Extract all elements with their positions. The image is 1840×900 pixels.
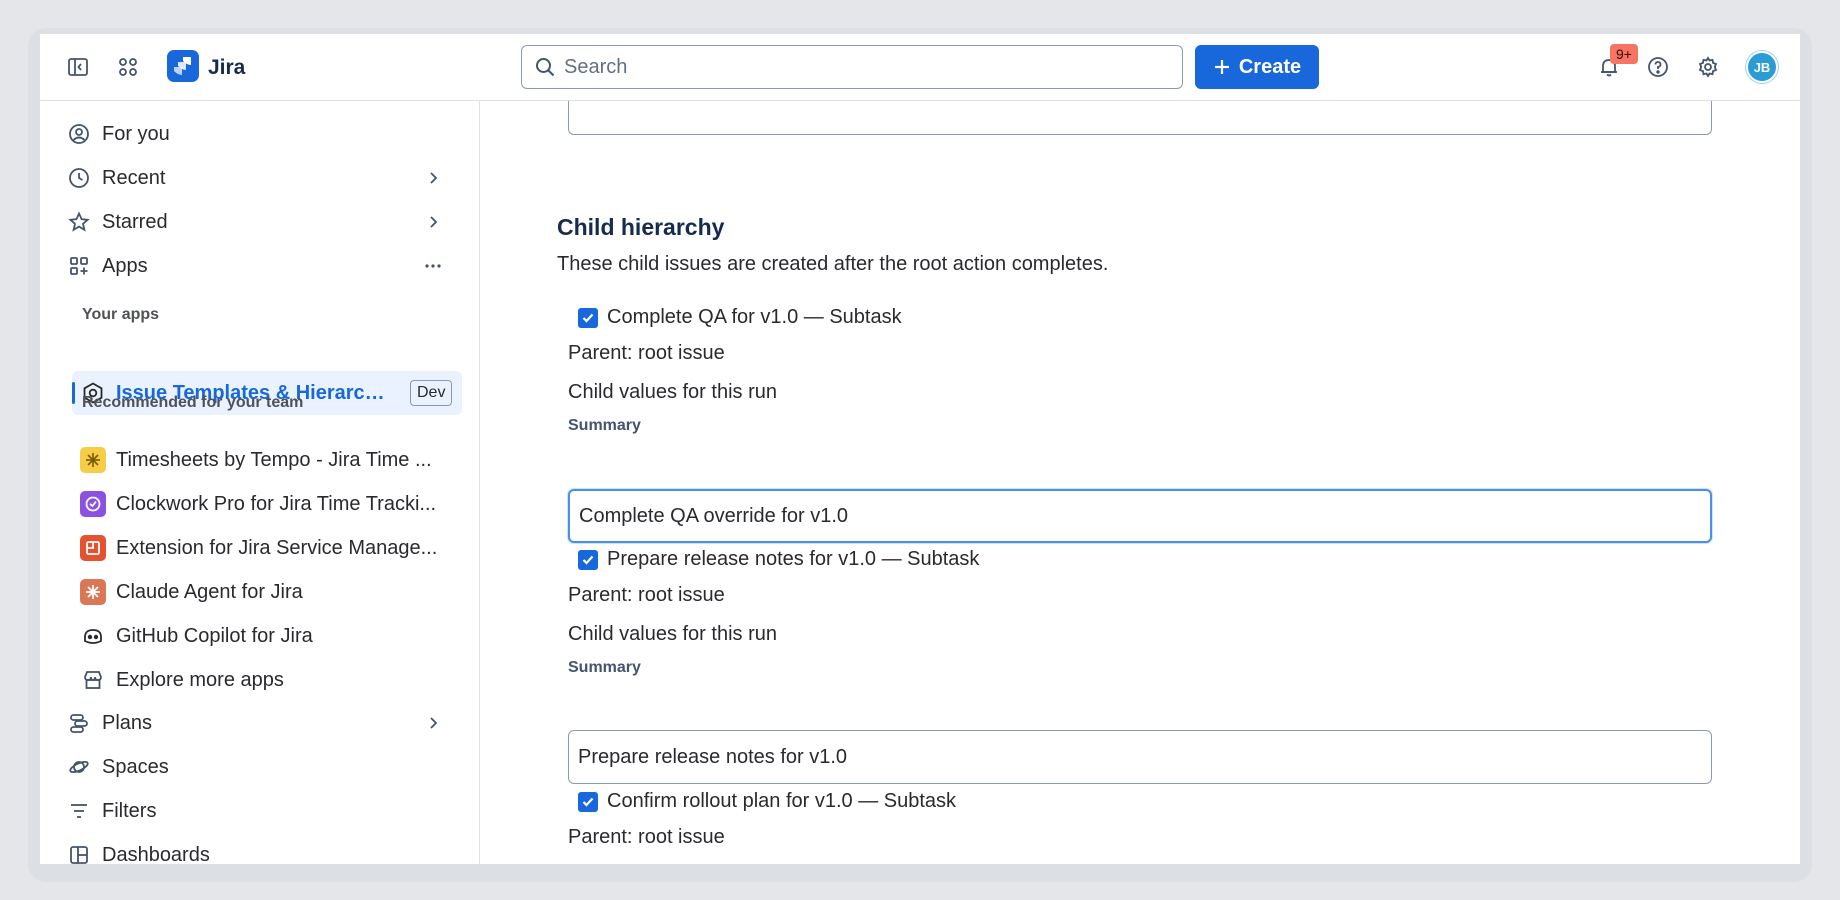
browser-window: Jira Create 9+ JB For you xyxy=(40,34,1800,864)
apps-icon xyxy=(66,253,92,279)
chevron-right-icon[interactable] xyxy=(422,167,444,189)
recommended-app-claude[interactable]: Claude Agent for Jira xyxy=(80,573,460,611)
dashboard-icon xyxy=(66,842,92,864)
more-options-icon[interactable] xyxy=(422,255,444,277)
summary-input[interactable] xyxy=(568,730,1712,784)
chevron-right-icon[interactable] xyxy=(422,211,444,233)
store-icon xyxy=(80,667,106,693)
summary-label: Summary xyxy=(568,417,641,434)
settings-gear-icon[interactable] xyxy=(1693,52,1723,82)
selected-indicator xyxy=(72,382,75,404)
sidebar-item-label: For you xyxy=(102,122,170,145)
checkmark-icon xyxy=(582,797,594,807)
section-description: These child issues are created after the… xyxy=(557,253,1109,275)
app-label: GitHub Copilot for Jira xyxy=(116,624,313,647)
clockwork-logo-icon xyxy=(80,491,106,517)
jira-logo-icon[interactable] xyxy=(167,50,199,82)
recommended-heading: Recommended for your team xyxy=(82,394,304,411)
help-icon[interactable] xyxy=(1643,52,1673,82)
user-avatar[interactable]: JB xyxy=(1746,51,1778,83)
app-label: Extension for Jira Service Manage... xyxy=(116,536,438,559)
child-parent: Parent: root issue xyxy=(568,584,725,606)
sidebar-toggle-icon[interactable] xyxy=(63,52,93,82)
sidebar-item-for-you[interactable]: For you xyxy=(62,115,456,153)
app-label: Timesheets by Tempo - Jira Time ... xyxy=(116,448,432,471)
app-label: Explore more apps xyxy=(116,668,284,691)
app-label: Clockwork Pro for Jira Time Tracki... xyxy=(116,492,437,515)
child-title: Confirm rollout plan for v1.0 — Subtask xyxy=(607,790,957,812)
claude-logo-icon xyxy=(80,579,106,605)
main-content: Child hierarchy These child issues are c… xyxy=(481,101,1800,864)
child-parent: Parent: root issue xyxy=(568,342,725,364)
previous-text-field[interactable] xyxy=(568,101,1712,135)
spaces-icon xyxy=(66,754,92,780)
child-checkbox[interactable] xyxy=(578,792,598,812)
sidebar-item-label: Recent xyxy=(102,166,166,189)
star-icon xyxy=(66,209,92,235)
sidebar: For you Recent Starred Apps Your apps Is… xyxy=(40,101,480,864)
notifications-badge: 9+ xyxy=(1610,44,1638,64)
app-name[interactable]: Jira xyxy=(208,56,245,80)
app-switcher-icon[interactable] xyxy=(113,52,143,82)
sidebar-item-apps[interactable]: Apps xyxy=(62,247,456,285)
create-button[interactable]: Create xyxy=(1195,45,1319,89)
child-title: Prepare release notes for v1.0 — Subtask xyxy=(607,548,980,570)
create-label: Create xyxy=(1238,55,1302,78)
recommended-app-extension-jsm[interactable]: Extension for Jira Service Manage... xyxy=(80,529,460,567)
extension-logo-icon xyxy=(80,535,106,561)
tempo-logo-icon xyxy=(80,447,106,473)
recommended-app-clockwork[interactable]: Clockwork Pro for Jira Time Tracki... xyxy=(80,485,460,523)
recommended-app-github-copilot[interactable]: GitHub Copilot for Jira xyxy=(80,617,460,655)
sidebar-item-label: Apps xyxy=(102,254,148,277)
dev-badge: Dev xyxy=(410,380,453,406)
app-label: Claude Agent for Jira xyxy=(116,580,303,603)
sidebar-item-spaces[interactable]: Spaces xyxy=(62,748,456,786)
child-checkbox[interactable] xyxy=(578,550,598,570)
sidebar-item-label: Filters xyxy=(102,799,157,822)
plus-icon xyxy=(1214,60,1229,74)
plans-icon xyxy=(66,710,92,736)
search-icon xyxy=(534,56,556,78)
explore-more-apps[interactable]: Explore more apps xyxy=(80,661,460,699)
checkmark-icon xyxy=(582,555,594,565)
section-title: Child hierarchy xyxy=(557,214,725,240)
sidebar-item-label: Dashboards xyxy=(102,843,210,865)
search-input[interactable] xyxy=(564,55,1164,79)
your-apps-heading: Your apps xyxy=(82,306,160,323)
recommended-app-tempo[interactable]: Timesheets by Tempo - Jira Time ... xyxy=(80,441,460,479)
child-checkbox[interactable] xyxy=(578,308,598,328)
child-values-label: Child values for this run xyxy=(568,381,777,403)
sidebar-item-recent[interactable]: Recent xyxy=(62,159,456,197)
sidebar-item-filters[interactable]: Filters xyxy=(62,792,456,830)
child-title: Complete QA for v1.0 — Subtask xyxy=(607,306,902,328)
sidebar-item-dashboards[interactable]: Dashboards xyxy=(62,836,456,864)
sidebar-item-starred[interactable]: Starred xyxy=(62,203,456,241)
sidebar-item-label: Spaces xyxy=(102,755,169,778)
summary-input[interactable] xyxy=(568,489,1712,543)
filter-icon xyxy=(66,798,92,824)
copilot-logo-icon xyxy=(80,623,106,649)
checkmark-icon xyxy=(582,313,594,323)
sidebar-item-plans[interactable]: Plans xyxy=(62,704,456,742)
person-circle-icon xyxy=(66,121,92,147)
clock-icon xyxy=(66,165,92,191)
search-box[interactable] xyxy=(521,45,1183,89)
chevron-right-icon[interactable] xyxy=(422,712,444,734)
top-navigation-bar: Jira Create 9+ JB xyxy=(40,34,1800,101)
child-parent: Parent: root issue xyxy=(568,826,725,848)
child-values-label: Child values for this run xyxy=(568,623,777,645)
sidebar-item-label: Plans xyxy=(102,711,153,734)
summary-label: Summary xyxy=(568,659,641,676)
sidebar-item-label: Starred xyxy=(102,210,168,233)
